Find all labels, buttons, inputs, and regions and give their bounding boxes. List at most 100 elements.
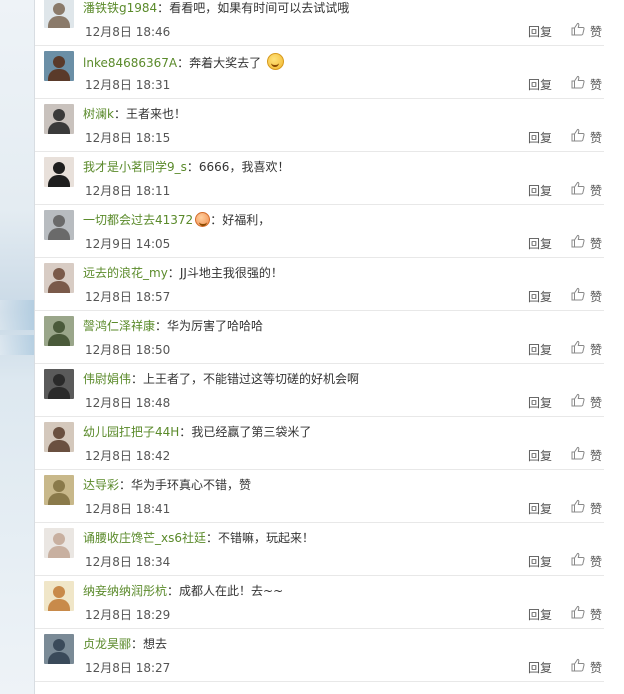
avatar-body: [48, 599, 70, 611]
username-link[interactable]: 謦鸿仁泽祥康: [83, 319, 155, 333]
like-button[interactable]: 赞: [571, 604, 605, 622]
username-link[interactable]: 一切都会过去41372: [83, 213, 193, 227]
comment-text: 华为厉害了哈哈哈: [167, 319, 264, 333]
avatar-head: [53, 3, 65, 15]
like-button[interactable]: 赞: [571, 445, 605, 463]
comment-timestamp: 12月8日 18:48: [85, 396, 171, 410]
grin-emoji: [267, 53, 284, 70]
like-button[interactable]: 赞: [571, 392, 605, 410]
avatar[interactable]: [44, 51, 74, 81]
like-label: 赞: [590, 184, 603, 198]
like-label: 赞: [590, 502, 603, 516]
reply-button[interactable]: 回复: [528, 129, 552, 146]
avatar[interactable]: [44, 263, 74, 293]
like-button[interactable]: 赞: [571, 286, 605, 304]
reply-button[interactable]: 回复: [528, 76, 552, 93]
avatar[interactable]: [44, 0, 74, 28]
avatar-head: [53, 374, 65, 386]
avatar-body: [48, 440, 70, 452]
avatar[interactable]: [44, 210, 74, 240]
avatar[interactable]: [44, 422, 74, 452]
username-link[interactable]: 树澜k: [83, 107, 114, 121]
reply-button[interactable]: 回复: [528, 659, 552, 676]
like-button[interactable]: 赞: [571, 339, 605, 357]
thumbs-up-icon: [571, 552, 585, 566]
avatar-body: [48, 334, 70, 346]
reply-button[interactable]: 回复: [528, 182, 552, 199]
avatar-head: [53, 321, 65, 333]
avatar[interactable]: [44, 528, 74, 558]
avatar[interactable]: [44, 581, 74, 611]
thumbs-up-icon: [571, 181, 585, 195]
colon-separator: ：: [131, 637, 144, 651]
colon-separator: ：: [206, 531, 219, 545]
colon-separator: ：: [186, 160, 199, 174]
avatar[interactable]: [44, 104, 74, 134]
reply-button[interactable]: 回复: [528, 500, 552, 517]
reply-button[interactable]: 回复: [528, 235, 552, 252]
like-button[interactable]: 赞: [571, 127, 605, 145]
comment-item: 謦鸿仁泽祥康：华为厉害了哈哈哈 12月8日 18:50 回复 赞: [35, 310, 604, 364]
comment-text: JJ斗地主我很强的！: [179, 266, 283, 280]
avatar[interactable]: [44, 369, 74, 399]
like-button[interactable]: 赞: [571, 498, 605, 516]
avatar[interactable]: [44, 634, 74, 664]
left-background-panel: [0, 0, 35, 694]
reply-button[interactable]: 回复: [528, 288, 552, 305]
username-link[interactable]: 伟尉娟伟: [83, 372, 131, 386]
username-link[interactable]: 幼儿园扛把子44H: [83, 425, 179, 439]
comment-item: 我才是小茗同学9_s：6666，我喜欢！ 12月8日 18:11 回复 赞: [35, 151, 604, 205]
avatar[interactable]: [44, 157, 74, 187]
like-button[interactable]: 赞: [571, 657, 605, 675]
avatar-head: [53, 586, 65, 598]
reply-button[interactable]: 回复: [528, 447, 552, 464]
username-link[interactable]: 诵腰收庄馋芒_xs6社廷: [83, 531, 206, 545]
comment-text: 我已经赢了第三袋米了: [191, 425, 312, 439]
comment-timestamp: 12月8日 18:41: [85, 502, 171, 516]
username-link[interactable]: 贞龙昊郦: [83, 637, 131, 651]
comment-timestamp: 12月8日 18:42: [85, 449, 171, 463]
reply-button[interactable]: 回复: [528, 341, 552, 358]
comment-timestamp: 12月8日 18:50: [85, 343, 171, 357]
comment-item: 树澜k：王者来也！ 12月8日 18:15 回复 赞: [35, 98, 604, 152]
like-label: 赞: [590, 449, 603, 463]
like-button[interactable]: 赞: [571, 233, 605, 251]
username-link[interactable]: 远去的浪花_my: [83, 266, 168, 280]
like-button[interactable]: 赞: [571, 180, 605, 198]
comment-line: 伟尉娟伟：上王者了，不能错过这等切磋的好机会啊: [83, 371, 583, 387]
avatar[interactable]: [44, 475, 74, 505]
reply-button[interactable]: 回复: [528, 394, 552, 411]
comment-item: 诵腰收庄馋芒_xs6社廷：不错嘛，玩起来！ 12月8日 18:34 回复 赞: [35, 522, 604, 576]
username-link[interactable]: lnke84686367A: [83, 56, 177, 70]
comment-line: 贞龙昊郦：想去: [83, 636, 583, 652]
username-link[interactable]: 潘铁铁g1984: [83, 1, 157, 15]
like-button[interactable]: 赞: [571, 551, 605, 569]
colon-separator: ：: [155, 319, 168, 333]
thumbs-up-icon: [571, 340, 585, 354]
reply-button[interactable]: 回复: [528, 553, 552, 570]
thumbs-up-icon: [571, 393, 585, 407]
username-link[interactable]: 我才是小茗同学9_s: [83, 160, 187, 174]
like-button[interactable]: 赞: [571, 74, 605, 92]
blush-emoji: [195, 212, 211, 227]
reply-button[interactable]: 回复: [528, 606, 552, 623]
like-label: 赞: [590, 661, 603, 675]
avatar[interactable]: [44, 316, 74, 346]
username-link[interactable]: 达导彩: [83, 478, 119, 492]
like-button[interactable]: 赞: [571, 21, 605, 39]
like-label: 赞: [590, 608, 603, 622]
comment-line: 一切都会过去41372 ：好福利，: [83, 212, 583, 228]
reply-button[interactable]: 回复: [528, 23, 552, 40]
username-link[interactable]: 纳妾纳纳润彤杭: [83, 584, 167, 598]
comment-text: 看看吧，如果有时间可以去试试哦: [169, 1, 350, 15]
comment-item: 达导彩：华为手环真心不错，赞 12月8日 18:41 回复 赞: [35, 469, 604, 523]
comment-line: 远去的浪花_my：JJ斗地主我很强的！: [83, 265, 583, 281]
like-label: 赞: [590, 78, 603, 92]
comment-text: 华为手环真心不错，赞: [131, 478, 252, 492]
comment-timestamp: 12月8日 18:11: [85, 184, 171, 198]
colon-separator: ：: [131, 372, 144, 386]
thumbs-up-icon: [571, 605, 585, 619]
comment-item: 一切都会过去41372 ：好福利， 12月9日 14:05 回复 赞: [35, 204, 604, 258]
background-streak: [0, 300, 34, 330]
comment-list: 潘铁铁g1984：看看吧，如果有时间可以去试试哦 12月8日 18:46 回复 …: [35, 0, 604, 694]
